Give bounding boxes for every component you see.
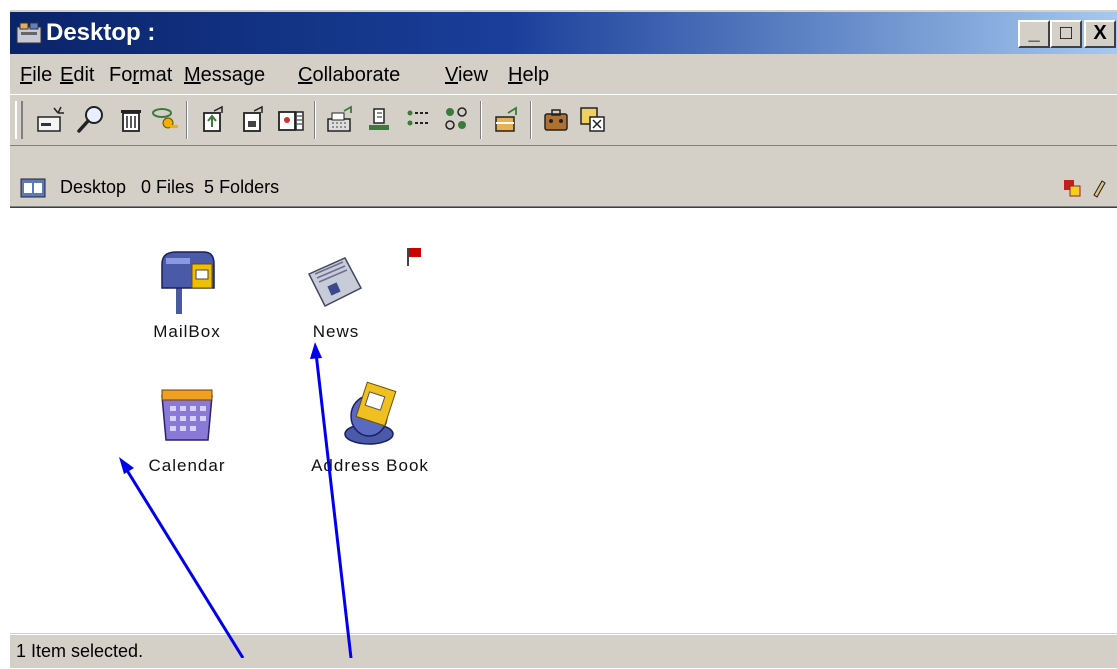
status-text: 1 Item selected. (16, 641, 144, 661)
desktop-item-label: News (312, 322, 360, 341)
window-title: Desktop : (46, 19, 156, 46)
close-button[interactable]: X (1084, 20, 1116, 48)
desktop-item-calendar[interactable]: Calendar (117, 378, 257, 476)
desktop-item-address-book[interactable]: Address Book (300, 378, 440, 476)
mailbox-icon (161, 251, 215, 314)
desktop-window: Desktop : _ □ X File Edit Format Message… (8, 8, 1117, 668)
list-icon[interactable] (402, 103, 436, 137)
app-icon (16, 22, 42, 44)
folder-up-icon[interactable] (196, 103, 230, 137)
calendar-icon (161, 389, 213, 441)
new-message-icon[interactable] (34, 103, 68, 137)
fax-icon[interactable] (324, 103, 358, 137)
menu-file[interactable]: File (20, 64, 52, 86)
printer-icon[interactable] (364, 103, 398, 137)
view-options-icon[interactable] (1050, 177, 1110, 199)
title-bar[interactable]: Desktop : _ □ X (10, 12, 1117, 54)
menu-bar: File Edit Format Message Collaborate Vie… (10, 56, 1117, 92)
toolbar-separator (314, 101, 316, 139)
menu-collaborate[interactable]: Collaborate (298, 64, 400, 86)
find-icon[interactable] (74, 103, 108, 137)
desktop-area: MailBox News Calendar Address Book (10, 207, 1117, 633)
toolbar (10, 94, 1117, 146)
users-icon[interactable] (440, 103, 474, 137)
menu-view[interactable]: View (445, 64, 488, 86)
window-icon[interactable] (576, 103, 610, 137)
toolbar-separator (480, 101, 482, 139)
toolbar-separator (186, 101, 188, 139)
menu-format[interactable]: Format (109, 64, 172, 86)
delete-icon[interactable] (114, 103, 148, 137)
desktop-item-mailbox[interactable]: MailBox (117, 244, 257, 342)
desktop-item-label: Address Book (311, 456, 429, 475)
outbox-icon[interactable] (490, 103, 524, 137)
toolbar-separator (530, 101, 532, 139)
desktop-item-label: MailBox (153, 322, 221, 341)
flag-icon (407, 248, 421, 266)
desktop-folder-icon (20, 178, 46, 198)
folder-edit-icon[interactable] (274, 103, 308, 137)
maximize-button[interactable]: □ (1050, 20, 1082, 48)
desktop-item-news[interactable]: News (266, 244, 406, 342)
minimize-button[interactable]: _ (1018, 20, 1050, 48)
briefcase-icon[interactable] (540, 103, 574, 137)
menu-help[interactable]: Help (508, 64, 549, 86)
menu-message[interactable]: Message (184, 64, 265, 86)
toolbar-grip[interactable] (15, 101, 23, 139)
newspaper-icon (307, 257, 363, 308)
menu-edit[interactable]: Edit (60, 64, 94, 86)
desktop-item-label: Calendar (148, 456, 226, 475)
path-bar: Desktop 0 Files 5 Folders (10, 168, 1117, 207)
address-book-icon (344, 381, 397, 445)
folder-summary: Desktop 0 Files 5 Folders (60, 177, 280, 197)
keys-icon[interactable] (148, 103, 182, 137)
folder-out-icon[interactable] (236, 103, 270, 137)
status-bar: 1 Item selected. (10, 634, 1117, 669)
